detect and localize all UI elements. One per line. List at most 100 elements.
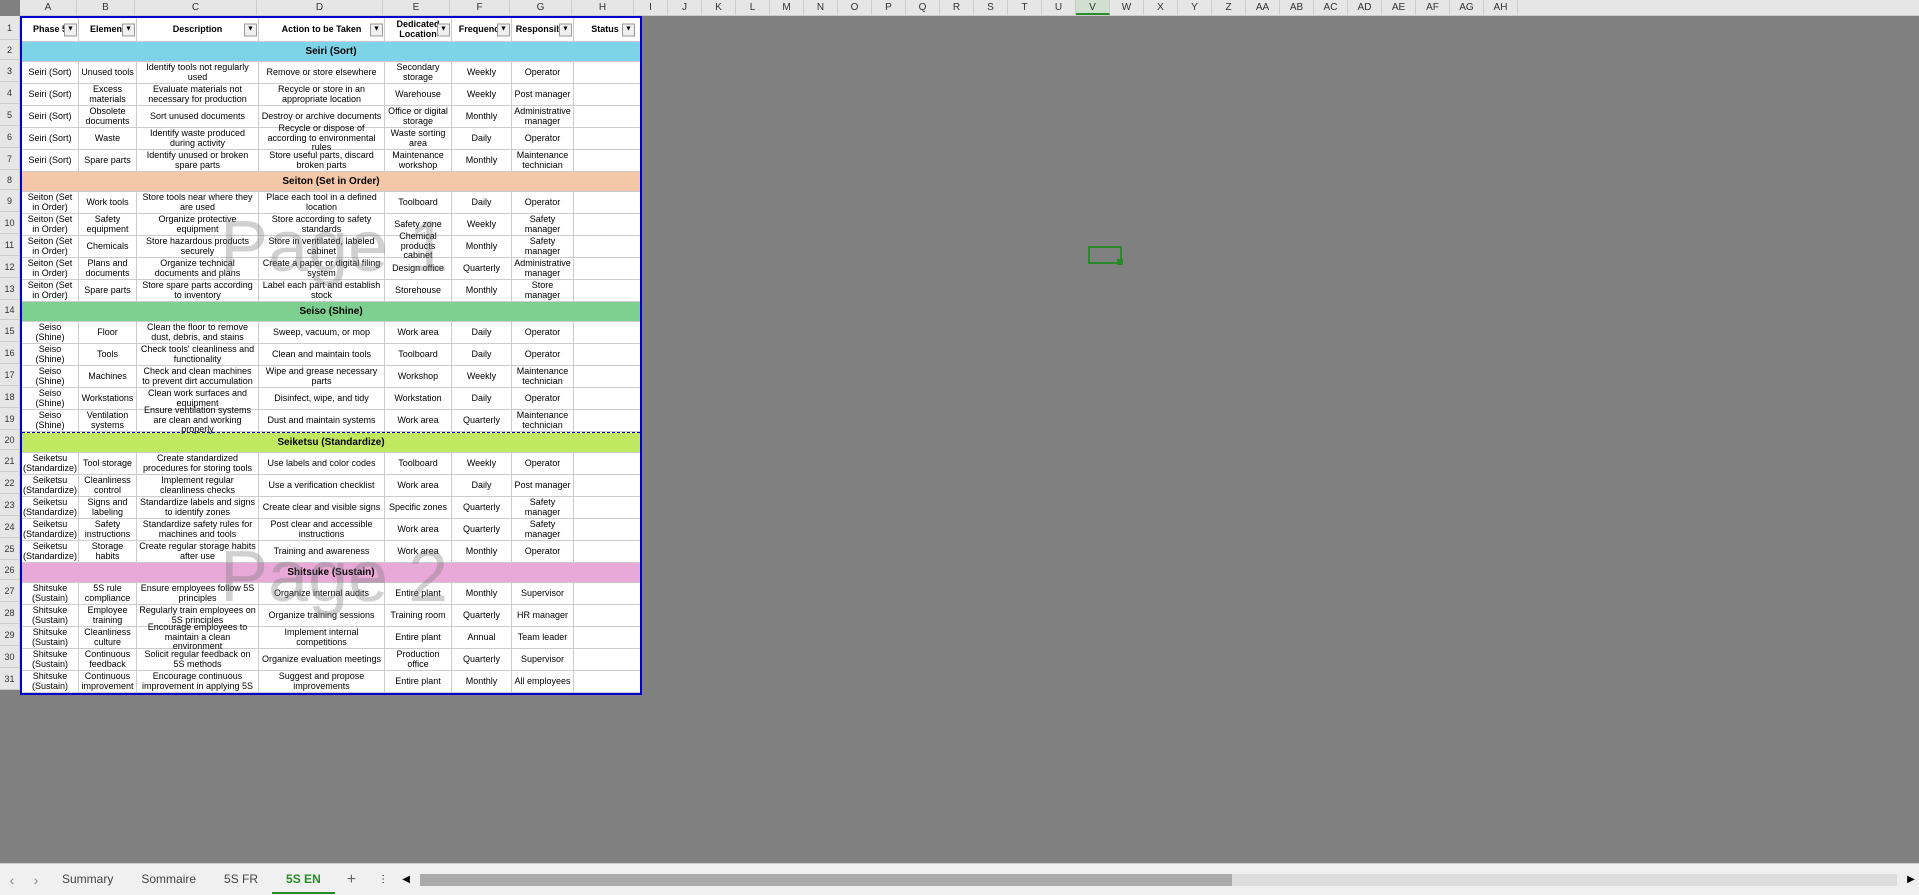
column-header-E[interactable]: E: [383, 0, 450, 15]
cell-act[interactable]: Label each part and establish stock: [259, 280, 385, 301]
cell-act[interactable]: Remove or store elsewhere: [259, 62, 385, 83]
column-header-I[interactable]: I: [634, 0, 668, 15]
cell-elem[interactable]: Signs and labeling: [79, 497, 137, 518]
column-header-AE[interactable]: AE: [1382, 0, 1416, 15]
cell-resp[interactable]: Safety manager: [512, 519, 574, 540]
cell-phase[interactable]: Seiketsu (Standardize): [22, 541, 79, 562]
column-header-AB[interactable]: AB: [1280, 0, 1314, 15]
row-header-17[interactable]: 17: [0, 364, 20, 386]
cell-loc[interactable]: Toolboard: [385, 344, 452, 365]
cell-loc[interactable]: Maintenance workshop: [385, 150, 452, 171]
cell-status[interactable]: [574, 84, 636, 105]
cell-freq[interactable]: Weekly: [452, 62, 512, 83]
cell-loc[interactable]: Production office: [385, 649, 452, 670]
cell-freq[interactable]: Daily: [452, 475, 512, 496]
cell-act[interactable]: Use labels and color codes: [259, 453, 385, 474]
cell-elem[interactable]: Storage habits: [79, 541, 137, 562]
cell-resp[interactable]: Operator: [512, 322, 574, 343]
cell-desc[interactable]: Create standardized procedures for stori…: [137, 453, 259, 474]
cell-loc[interactable]: Work area: [385, 541, 452, 562]
cell-elem[interactable]: Continuous feedback: [79, 649, 137, 670]
tab-next-icon[interactable]: ›: [24, 872, 48, 888]
row-header-21[interactable]: 21: [0, 450, 20, 472]
cell-status[interactable]: [574, 62, 636, 83]
cell-status[interactable]: [574, 388, 636, 409]
filter-dropdown-icon[interactable]: ▼: [244, 23, 257, 36]
cell-desc[interactable]: Store hazardous products securely: [137, 236, 259, 257]
cell-status[interactable]: [574, 649, 636, 670]
row-header-29[interactable]: 29: [0, 624, 20, 646]
cell-elem[interactable]: Spare parts: [79, 150, 137, 171]
cell-act[interactable]: Create clear and visible signs: [259, 497, 385, 518]
cell-resp[interactable]: Supervisor: [512, 583, 574, 604]
cell-status[interactable]: [574, 583, 636, 604]
cell-loc[interactable]: Entire plant: [385, 583, 452, 604]
cell-desc[interactable]: Standardize safety rules for machines an…: [137, 519, 259, 540]
cell-act[interactable]: Create a paper or digital filing system: [259, 258, 385, 279]
cell-act[interactable]: Sweep, vacuum, or mop: [259, 322, 385, 343]
cell-status[interactable]: [574, 366, 636, 387]
column-header-V[interactable]: V: [1076, 0, 1110, 15]
cell-act[interactable]: Use a verification checklist: [259, 475, 385, 496]
tab-prev-icon[interactable]: ‹: [0, 872, 24, 888]
scroll-right-icon[interactable]: ▶: [1903, 874, 1919, 885]
cell-freq[interactable]: Monthly: [452, 150, 512, 171]
cell-resp[interactable]: Maintenance technician: [512, 150, 574, 171]
column-header-Y[interactable]: Y: [1178, 0, 1212, 15]
cell-desc[interactable]: Store spare parts according to inventory: [137, 280, 259, 301]
row-header-12[interactable]: 12: [0, 256, 20, 278]
cell-elem[interactable]: Cleanliness control: [79, 475, 137, 496]
cell-desc[interactable]: Check tools' cleanliness and functionali…: [137, 344, 259, 365]
column-header-N[interactable]: N: [804, 0, 838, 15]
cell-loc[interactable]: Chemical products cabinet: [385, 236, 452, 257]
cell-act[interactable]: Clean and maintain tools: [259, 344, 385, 365]
cell-elem[interactable]: Work tools: [79, 192, 137, 213]
scrollbar-thumb[interactable]: [420, 874, 1232, 886]
cell-desc[interactable]: Evaluate materials not necessary for pro…: [137, 84, 259, 105]
cell-act[interactable]: Organize internal audits: [259, 583, 385, 604]
cell-desc[interactable]: Ensure employees follow 5S principles: [137, 583, 259, 604]
cell-phase[interactable]: Seiton (Set in Order): [22, 214, 79, 235]
cell-resp[interactable]: Maintenance technician: [512, 366, 574, 387]
cell-phase[interactable]: Seiketsu (Standardize): [22, 497, 79, 518]
cell-desc[interactable]: Solicit regular feedback on 5S methods: [137, 649, 259, 670]
row-header-22[interactable]: 22: [0, 472, 20, 494]
cell-desc[interactable]: Implement regular cleanliness checks: [137, 475, 259, 496]
row-header-31[interactable]: 31: [0, 668, 20, 690]
cell-elem[interactable]: Machines: [79, 366, 137, 387]
filter-dropdown-icon[interactable]: ▼: [559, 23, 572, 36]
tab-summary[interactable]: Summary: [48, 866, 127, 894]
column-header-M[interactable]: M: [770, 0, 804, 15]
row-header-24[interactable]: 24: [0, 516, 20, 538]
cell-phase[interactable]: Seiketsu (Standardize): [22, 475, 79, 496]
row-header-2[interactable]: 2: [0, 40, 20, 60]
cell-act[interactable]: Implement internal competitions: [259, 627, 385, 648]
cell-phase[interactable]: Seiton (Set in Order): [22, 280, 79, 301]
column-header-J[interactable]: J: [668, 0, 702, 15]
cell-status[interactable]: [574, 627, 636, 648]
filter-dropdown-icon[interactable]: ▼: [370, 23, 383, 36]
row-header-10[interactable]: 10: [0, 212, 20, 234]
column-header-A[interactable]: A: [20, 0, 77, 15]
cell-elem[interactable]: Workstations: [79, 388, 137, 409]
column-header-AA[interactable]: AA: [1246, 0, 1280, 15]
row-header-3[interactable]: 3: [0, 60, 20, 82]
cell-act[interactable]: Store useful parts, discard broken parts: [259, 150, 385, 171]
cell-status[interactable]: [574, 475, 636, 496]
cell-desc[interactable]: Ensure ventilation systems are clean and…: [137, 410, 259, 431]
scroll-left-icon[interactable]: ◀: [398, 874, 414, 885]
cell-phase[interactable]: Seiri (Sort): [22, 128, 79, 149]
column-header-Q[interactable]: Q: [906, 0, 940, 15]
cell-loc[interactable]: Design office: [385, 258, 452, 279]
cell-resp[interactable]: Operator: [512, 453, 574, 474]
cell-loc[interactable]: Work area: [385, 410, 452, 431]
cell-act[interactable]: Store according to safety standards: [259, 214, 385, 235]
cell-act[interactable]: Recycle or dispose of according to envir…: [259, 128, 385, 149]
cell-phase[interactable]: Seiso (Shine): [22, 322, 79, 343]
cell-act[interactable]: Organize training sessions: [259, 605, 385, 626]
column-header-L[interactable]: L: [736, 0, 770, 15]
row-header-30[interactable]: 30: [0, 646, 20, 668]
cell-loc[interactable]: Storehouse: [385, 280, 452, 301]
cell-freq[interactable]: Quarterly: [452, 519, 512, 540]
cell-loc[interactable]: Entire plant: [385, 627, 452, 648]
